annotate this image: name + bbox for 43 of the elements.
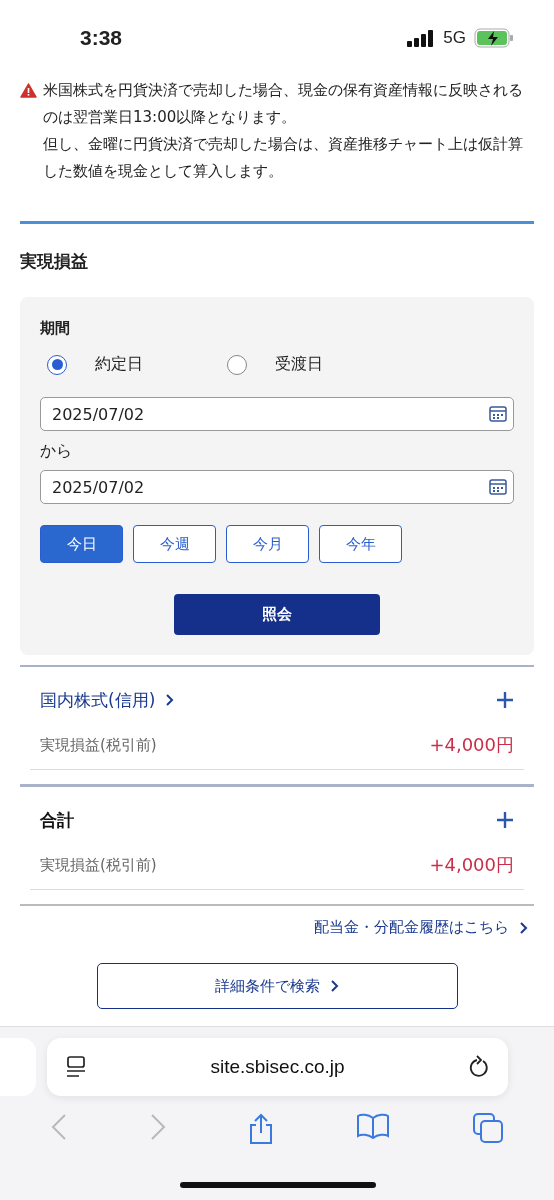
plus-icon[interactable]	[496, 811, 514, 829]
clock-time: 3:38	[80, 25, 123, 50]
radio-circle[interactable]	[227, 354, 247, 375]
notice-text: 但し、金曜に円貨決済で売却した場合は、資産推移チャート上は仮計算した数値を現金として算入します。	[43, 134, 524, 182]
book-icon[interactable]	[356, 1113, 391, 1139]
warning-icon	[20, 83, 37, 98]
period-button[interactable]: 今日	[40, 525, 123, 563]
history-link[interactable]: 配当金・分配金履歴はこちら	[314, 918, 528, 937]
row-label: 実現損益(税引前)	[40, 735, 157, 755]
radio-circle[interactable]	[47, 354, 67, 375]
battery-icon	[474, 27, 514, 48]
total-title: 合計	[40, 808, 74, 832]
chevron-icon	[165, 693, 175, 707]
share-icon[interactable]	[247, 1113, 274, 1145]
profit-value: +4,000円	[429, 853, 514, 877]
chevron-icon	[330, 979, 339, 993]
radio-option[interactable]: 約定日	[40, 354, 220, 375]
chevron-icon	[519, 920, 528, 935]
inquiry-button[interactable]: 照会	[174, 594, 380, 635]
date-field[interactable]: 2025/07/02	[40, 397, 514, 431]
range-separator: から	[40, 441, 73, 462]
url-text: site.sbisec.co.jp	[210, 1056, 345, 1078]
tabs-icon[interactable]	[472, 1113, 503, 1143]
period-button[interactable]: 今年	[319, 525, 402, 563]
network-label: 5G	[443, 27, 466, 48]
notice-text: 米国株式を円貨決済で売却した場合、現金の保有資産情報に反映されるのは翌営業日13:00以降となります。	[43, 80, 524, 128]
address-bar[interactable]: site.sbisec.co.jp	[47, 1038, 508, 1096]
row-label: 実現損益(税引前)	[40, 855, 157, 875]
period-label: 期間	[40, 319, 71, 338]
profit-value: +4,000円	[429, 733, 514, 757]
period-button[interactable]: 今週	[133, 525, 216, 563]
signal-icon	[407, 28, 436, 47]
date-field[interactable]: 2025/07/02	[40, 470, 514, 504]
plus-icon[interactable]	[496, 691, 514, 709]
period-button[interactable]: 今月	[226, 525, 309, 563]
advanced-search-button[interactable]: 詳細条件で検索	[96, 963, 458, 1009]
calendar-icon[interactable]	[489, 406, 507, 422]
radio-option[interactable]: 受渡日	[220, 354, 400, 375]
page-menu-icon[interactable]	[65, 1055, 87, 1079]
section-heading: 実現損益	[20, 250, 89, 273]
reload-icon[interactable]	[468, 1055, 490, 1079]
calendar-icon[interactable]	[489, 479, 507, 495]
category-link[interactable]: 国内株式(信用)	[40, 688, 175, 712]
